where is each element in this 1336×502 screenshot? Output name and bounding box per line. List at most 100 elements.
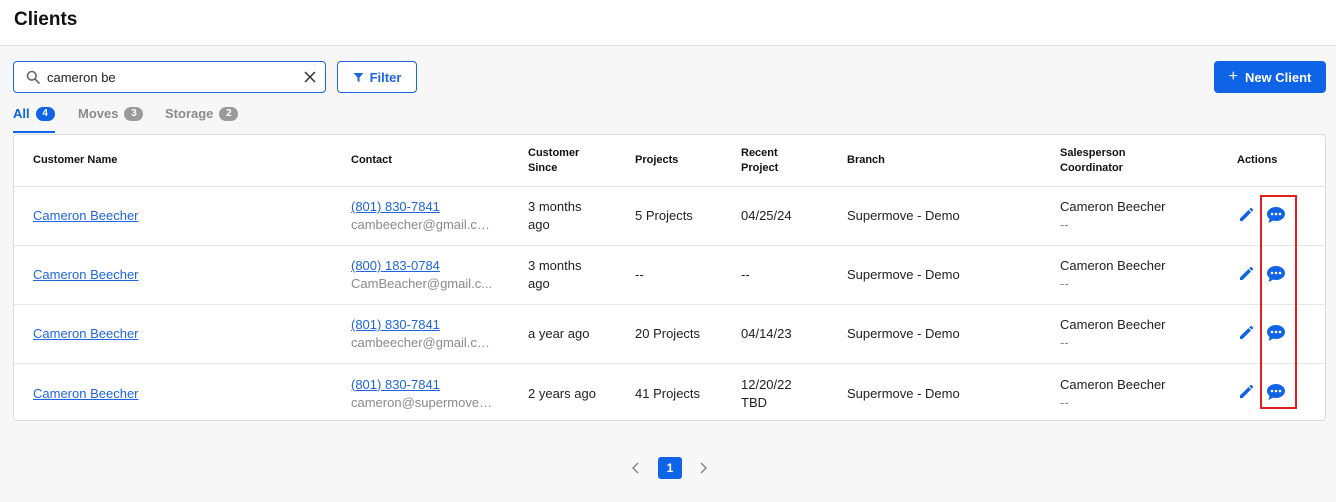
header-line: Coordinator bbox=[1060, 162, 1123, 174]
message-button[interactable] bbox=[1266, 206, 1286, 224]
header-line: Project bbox=[741, 162, 779, 174]
message-icon bbox=[1267, 325, 1285, 341]
since-line: 3 months bbox=[528, 199, 582, 214]
recent-project-cell: -- bbox=[741, 267, 750, 282]
header-line: Salesperson bbox=[1060, 147, 1126, 159]
customer-name-link[interactable]: Cameron Beecher bbox=[33, 266, 139, 284]
salesperson-cell: Cameron Beecher -- bbox=[1060, 257, 1166, 293]
salesperson-name: Cameron Beecher bbox=[1060, 258, 1166, 273]
edit-button[interactable] bbox=[1238, 325, 1254, 341]
tab-all[interactable]: All 4 bbox=[13, 106, 55, 133]
customer-name-link[interactable]: Cameron Beecher bbox=[33, 325, 139, 343]
edit-button[interactable] bbox=[1238, 207, 1254, 223]
page-number-button[interactable]: 1 bbox=[658, 457, 682, 479]
edit-button[interactable] bbox=[1238, 384, 1254, 400]
phone-link[interactable]: (801) 830-7841 bbox=[351, 199, 440, 214]
chevron-right-icon[interactable] bbox=[697, 461, 709, 475]
header-branch[interactable]: Branch bbox=[847, 153, 885, 168]
tab-storage[interactable]: Storage 2 bbox=[165, 106, 239, 133]
header-contact[interactable]: Contact bbox=[351, 153, 392, 168]
contact-cell: (801) 830-7841 cameron@supermove.co bbox=[351, 376, 493, 412]
salesperson-cell: Cameron Beecher -- bbox=[1060, 198, 1166, 234]
email-text: cambeecher@gmail.com bbox=[351, 217, 493, 232]
recent-project-cell: 04/14/23 bbox=[741, 326, 792, 341]
salesperson-name: Cameron Beecher bbox=[1060, 317, 1166, 332]
projects-cell: 5 Projects bbox=[635, 208, 693, 223]
recent-project-cell: 12/20/22 TBD bbox=[741, 376, 792, 412]
edit-icon bbox=[1240, 207, 1254, 221]
header-projects[interactable]: Projects bbox=[635, 153, 678, 168]
recent-date: 12/20/22 bbox=[741, 376, 792, 392]
message-button[interactable] bbox=[1266, 265, 1286, 283]
header-salesperson-coordinator[interactable]: Salesperson Coordinator bbox=[1060, 146, 1125, 176]
clear-icon[interactable] bbox=[303, 70, 317, 84]
table-row: Cameron Beecher (801) 830-7841 cameron@s… bbox=[14, 364, 1325, 420]
contact-cell: (800) 183-0784 CamBeacher@gmail.c... bbox=[351, 257, 492, 293]
coordinator-name: -- bbox=[1060, 276, 1069, 291]
message-icon bbox=[1267, 207, 1285, 223]
edit-button[interactable] bbox=[1238, 266, 1254, 282]
message-icon bbox=[1267, 384, 1285, 400]
tab-count-badge: 3 bbox=[124, 107, 144, 121]
filter-button[interactable]: Filter bbox=[337, 61, 417, 93]
search-box[interactable] bbox=[13, 61, 326, 93]
projects-cell: -- bbox=[635, 267, 644, 282]
phone-link[interactable]: (801) 830-7841 bbox=[351, 377, 440, 392]
tab-label: Storage bbox=[165, 106, 214, 121]
tab-count-badge: 2 bbox=[219, 107, 239, 121]
header-actions: Actions bbox=[1237, 154, 1278, 166]
search-input[interactable] bbox=[47, 66, 297, 88]
header-line: Since bbox=[528, 162, 558, 174]
salesperson-cell: Cameron Beecher -- bbox=[1060, 376, 1166, 412]
since-line: ago bbox=[528, 276, 550, 291]
customer-since-cell: 3 months ago bbox=[528, 257, 581, 293]
new-client-label: New Client bbox=[1244, 69, 1312, 85]
header-customer-since[interactable]: Customer Since bbox=[528, 146, 579, 176]
email-text: cameron@supermove.co bbox=[351, 394, 493, 410]
email-text: CamBeacher@gmail.c... bbox=[351, 276, 493, 291]
branch-cell: Supermove - Demo bbox=[847, 385, 960, 401]
table-header: Customer Name Contact Customer Since Pro… bbox=[14, 135, 1325, 187]
tab-moves[interactable]: Moves 3 bbox=[78, 106, 144, 133]
message-button[interactable] bbox=[1266, 324, 1286, 342]
recent-project-cell: 04/25/24 bbox=[741, 208, 792, 223]
recent-status: TBD bbox=[741, 394, 767, 410]
page-title: Clients bbox=[14, 9, 78, 30]
search-icon bbox=[26, 70, 40, 84]
since-line: 3 months bbox=[528, 258, 582, 273]
chevron-left-icon[interactable] bbox=[630, 461, 642, 475]
message-icon bbox=[1267, 266, 1285, 282]
pagination: 1 bbox=[0, 457, 1336, 479]
filter-icon bbox=[353, 72, 364, 82]
salesperson-name: Cameron Beecher bbox=[1060, 199, 1166, 214]
message-button[interactable] bbox=[1266, 383, 1286, 401]
projects-cell: 41 Projects bbox=[635, 385, 701, 401]
salesperson-name: Cameron Beecher bbox=[1060, 376, 1166, 392]
customer-since-cell: a year ago bbox=[528, 326, 590, 341]
clients-table: Customer Name Contact Customer Since Pro… bbox=[13, 134, 1326, 421]
tab-count-badge: 4 bbox=[35, 107, 55, 121]
filter-label: Filter bbox=[369, 69, 402, 85]
phone-link[interactable]: (800) 183-0784 bbox=[351, 258, 440, 273]
customer-name-link[interactable]: Cameron Beecher bbox=[33, 385, 139, 403]
header-recent-project[interactable]: Recent Project bbox=[741, 146, 778, 176]
phone-link[interactable]: (801) 830-7841 bbox=[351, 317, 440, 332]
table-row: Cameron Beecher (801) 830-7841 cambeeche… bbox=[14, 305, 1325, 364]
tab-label: All bbox=[13, 106, 30, 121]
branch-cell: Supermove - Demo bbox=[847, 208, 960, 223]
table-row: Cameron Beecher (800) 183-0784 CamBeache… bbox=[14, 246, 1325, 305]
edit-icon bbox=[1240, 266, 1254, 280]
top-bar: Clients bbox=[0, 0, 1336, 46]
header-line: Recent bbox=[741, 147, 778, 159]
contact-cell: (801) 830-7841 cambeecher@gmail.com bbox=[351, 198, 493, 234]
branch-cell: Supermove - Demo bbox=[847, 326, 960, 341]
tab-label: Moves bbox=[78, 106, 119, 121]
customer-name-link[interactable]: Cameron Beecher bbox=[33, 207, 139, 225]
header-customer-name[interactable]: Customer Name bbox=[33, 153, 117, 168]
coordinator-name: -- bbox=[1060, 335, 1069, 350]
projects-cell: 20 Projects bbox=[635, 326, 701, 341]
email-text: cambeecher@gmail.com bbox=[351, 335, 493, 350]
plus-icon: + bbox=[1228, 68, 1238, 85]
new-client-button[interactable]: + New Client bbox=[1214, 61, 1326, 93]
header-line: Customer bbox=[528, 147, 580, 159]
